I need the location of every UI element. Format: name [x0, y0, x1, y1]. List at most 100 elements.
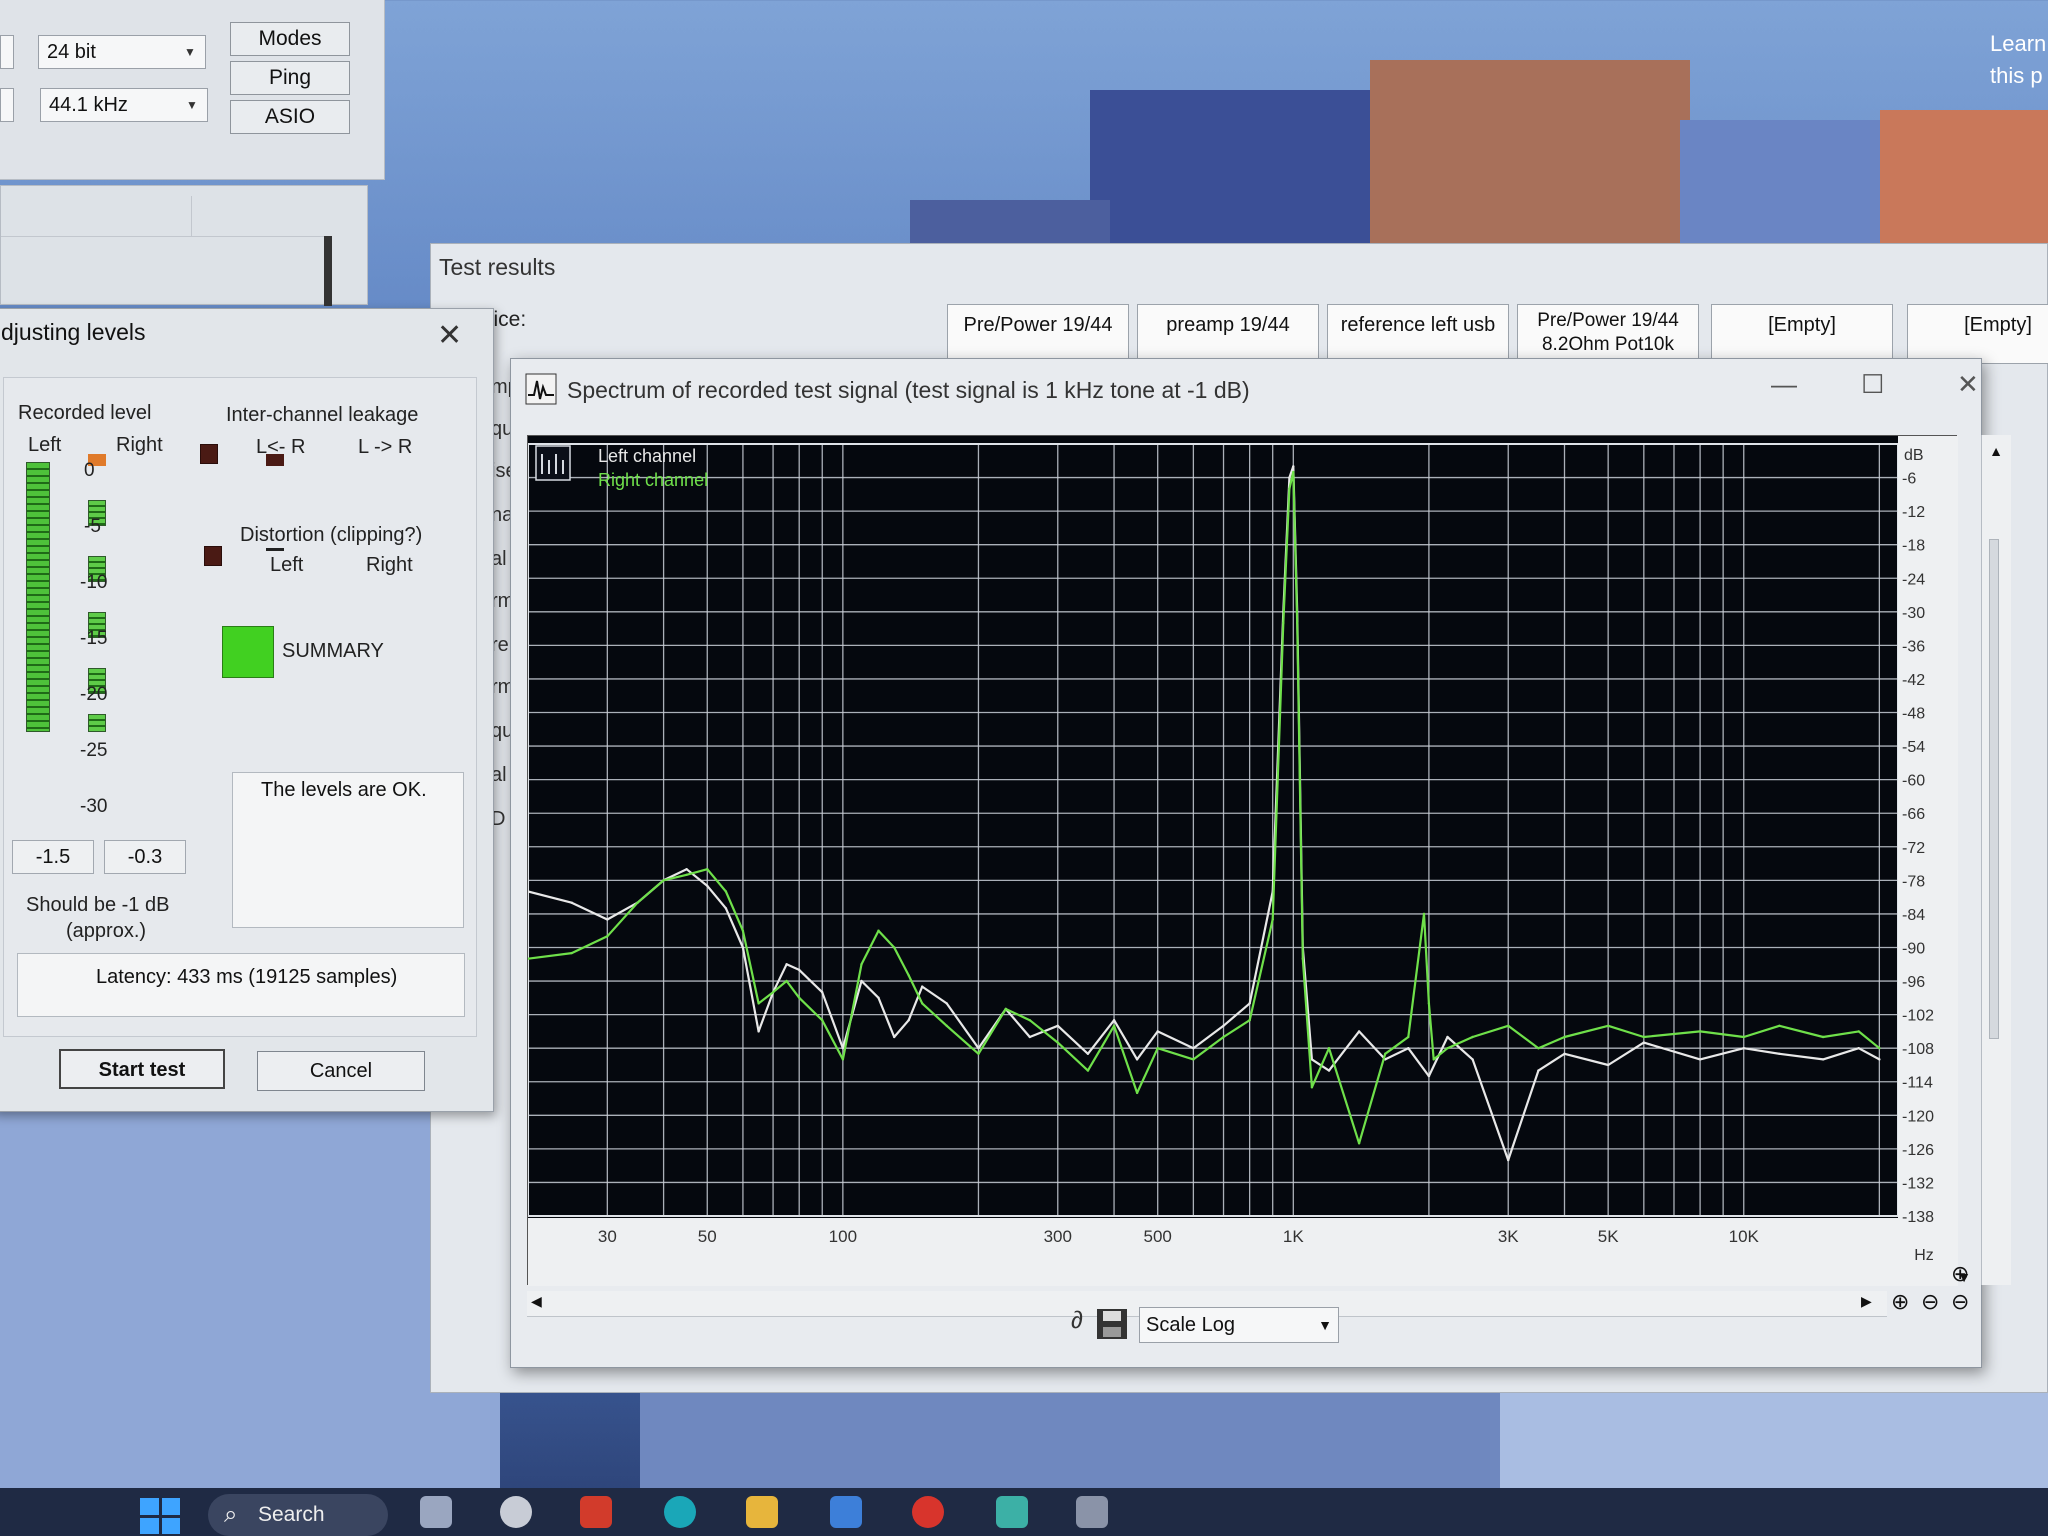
- zoom-in-icon[interactable]: ⊕: [1891, 1289, 1909, 1315]
- scale-label: -10: [80, 572, 108, 593]
- spectrum-title: Spectrum of recorded test signal (test s…: [567, 377, 1250, 403]
- distortion-left-label: Left: [270, 554, 304, 576]
- x-tick-label: 50: [698, 1227, 717, 1246]
- sample-rate-select[interactable]: 44.1 kHz ▼: [40, 88, 208, 122]
- wallpaper-building: [1880, 110, 2048, 250]
- x-tick-label: 30: [598, 1227, 617, 1246]
- x-tick-label: 500: [1144, 1227, 1172, 1246]
- panel-divider: [191, 196, 192, 236]
- ping-button[interactable]: Ping: [230, 61, 350, 95]
- start-test-button[interactable]: Start test: [59, 1049, 225, 1089]
- levels-status-box: The levels are OK.: [232, 772, 464, 928]
- approx-label: (approx.): [66, 920, 147, 942]
- should-be-label: Should be -1 dB: [26, 894, 170, 916]
- left-edge-control[interactable]: [0, 88, 14, 122]
- taskbar-search[interactable]: ⌕ Search: [208, 1494, 388, 1536]
- maximize-icon[interactable]: ☐: [1861, 369, 1884, 400]
- app-icon[interactable]: [996, 1496, 1028, 1528]
- result-tab-4[interactable]: Pre/Power 19/44 8.2Ohm Pot10k: [1517, 304, 1699, 364]
- data-point: [706, 884, 709, 888]
- data-point: [1271, 918, 1274, 921]
- app-icon[interactable]: [912, 1496, 944, 1528]
- left-edge-control[interactable]: [0, 35, 14, 69]
- minimize-icon[interactable]: —: [1771, 369, 1797, 400]
- browser-icon[interactable]: [664, 1496, 696, 1528]
- data-point: [1422, 912, 1426, 916]
- chevron-down-icon: ▼: [186, 98, 198, 112]
- y-tick-label: -30: [1902, 605, 1925, 622]
- data-point: [1821, 1035, 1825, 1039]
- adjusting-levels-dialog: djusting levels ✕ Recorded level Left Ri…: [0, 308, 494, 1112]
- scroll-left-icon[interactable]: ◀: [531, 1293, 542, 1310]
- attach-icon[interactable]: ∂: [1071, 1307, 1083, 1335]
- x-tick-label: 3K: [1498, 1227, 1519, 1246]
- spectrum-chart[interactable]: dB -6 -12 -18 -24 -30 -36 -42 -48 -54 -60 -66 -72 -78…: [528, 436, 1958, 1286]
- data-point: [893, 1035, 896, 1039]
- result-tab-2[interactable]: preamp 19/44: [1137, 304, 1319, 364]
- close-icon[interactable]: ✕: [437, 321, 462, 351]
- zoom-out-icon[interactable]: ⊖: [1921, 1289, 1939, 1315]
- zoom-y-icon[interactable]: ⊕: [1951, 1261, 1969, 1287]
- task-view-icon[interactable]: [420, 1496, 452, 1528]
- result-tab-1[interactable]: Pre/Power 19/44: [947, 304, 1129, 364]
- close-icon[interactable]: ✕: [1957, 369, 1979, 400]
- data-point: [877, 929, 880, 932]
- data-point: [1282, 621, 1285, 625]
- app-icon[interactable]: [580, 1496, 612, 1528]
- recorded-level-label: Recorded level: [18, 402, 152, 424]
- data-point: [1878, 1047, 1881, 1050]
- scale-select[interactable]: Scale Log ▼: [1139, 1307, 1339, 1343]
- modes-button[interactable]: Modes: [230, 22, 350, 56]
- legend-entry: Right channel: [598, 470, 708, 490]
- result-tab-label: preamp 19/44: [1166, 314, 1290, 336]
- spectrum-plot[interactable]: dB -6 -12 -18 -24 -30 -36 -42 -48 -54 -60 -66 -72 -78…: [527, 435, 1958, 1286]
- store-icon[interactable]: [830, 1496, 862, 1528]
- result-tab-3[interactable]: reference left usb: [1327, 304, 1509, 364]
- scale-label: -15: [80, 628, 108, 649]
- data-point: [907, 1019, 910, 1022]
- app-icon[interactable]: [1076, 1496, 1108, 1528]
- wallpaper-building: [1500, 1380, 2048, 1490]
- audio-settings-window: 24 bit ▼ 44.1 kHz ▼ Modes Ping ASIO: [0, 0, 385, 180]
- app-icon[interactable]: [500, 1496, 532, 1528]
- scale-label: -30: [80, 796, 108, 817]
- data-point: [821, 1019, 824, 1022]
- wallpaper-building: [1090, 90, 1380, 250]
- data-point: [606, 935, 609, 938]
- zoom-fit-icon[interactable]: ⊖: [1951, 1289, 1969, 1315]
- scroll-right-icon[interactable]: ▶: [1861, 1293, 1872, 1310]
- data-point: [570, 951, 573, 955]
- data-point: [1821, 1058, 1825, 1061]
- x-tick-label: 100: [829, 1227, 857, 1246]
- data-point: [757, 1002, 760, 1005]
- data-point: [1327, 1069, 1331, 1072]
- data-point: [1446, 1035, 1449, 1039]
- y-tick-label: -54: [1902, 739, 1925, 756]
- y-tick-label: -6: [1902, 471, 1916, 488]
- data-point: [1301, 957, 1304, 960]
- y-tick-label: -84: [1902, 907, 1925, 924]
- chevron-down-icon: ▼: [1318, 1317, 1332, 1333]
- panel-scrollbar[interactable]: [324, 236, 332, 306]
- asio-button[interactable]: ASIO: [230, 100, 350, 134]
- data-point: [1471, 1058, 1474, 1061]
- data-point: [1222, 1035, 1225, 1039]
- right-label: Right: [116, 434, 163, 456]
- data-point: [1698, 1030, 1702, 1033]
- save-icon[interactable]: [1095, 1307, 1129, 1341]
- scroll-up-icon[interactable]: ▲: [1983, 443, 2009, 459]
- data-point: [1607, 1063, 1610, 1067]
- bit-depth-select[interactable]: 24 bit ▼: [38, 35, 206, 69]
- background-panel: [0, 185, 368, 306]
- spectrum-window: Spectrum of recorded test signal (test s…: [510, 358, 2011, 1368]
- distortion-right-label: Right: [366, 554, 413, 576]
- data-point: [724, 907, 728, 910]
- folder-icon[interactable]: [746, 1496, 778, 1528]
- result-tab-5[interactable]: [Empty]: [1711, 304, 1893, 364]
- start-icon[interactable]: [140, 1498, 180, 1534]
- y-tick-label: -36: [1902, 638, 1925, 655]
- scroll-thumb[interactable]: [1989, 539, 1999, 1039]
- cancel-button[interactable]: Cancel: [257, 1051, 425, 1091]
- result-tab-6[interactable]: [Empty]: [1907, 304, 2048, 364]
- result-tab-label: [Empty]: [1964, 314, 2032, 336]
